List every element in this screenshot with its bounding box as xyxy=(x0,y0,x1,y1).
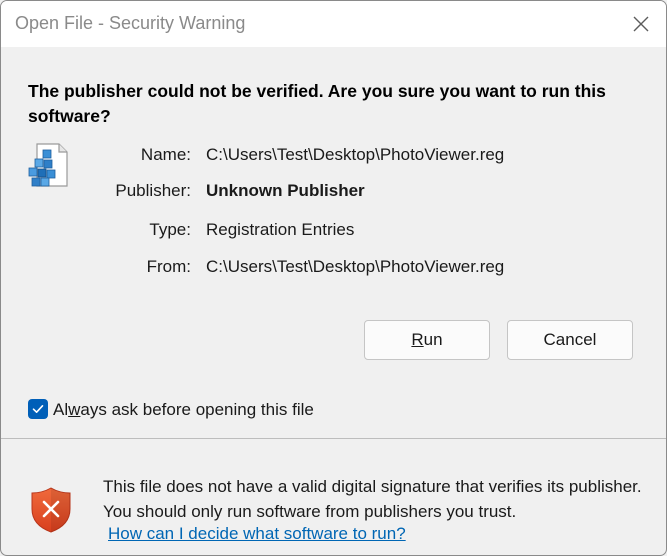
close-icon xyxy=(633,16,649,32)
from-label: From: xyxy=(146,257,191,276)
name-value: C:\Users\Test\Desktop\PhotoViewer.reg xyxy=(206,145,505,164)
shield-warning-icon xyxy=(31,487,71,533)
security-warning-dialog: Open File - Security Warning The publish… xyxy=(0,0,667,556)
warning-message: This file does not have a valid digital … xyxy=(103,477,642,521)
run-label-rest: un xyxy=(423,330,443,349)
name-label: Name: xyxy=(140,145,191,164)
close-button[interactable] xyxy=(616,1,666,47)
always-ask-mnemonic: w xyxy=(68,400,81,419)
publisher-value: Unknown Publisher xyxy=(206,181,365,200)
divider xyxy=(1,438,666,439)
from-value: C:\Users\Test\Desktop\PhotoViewer.reg xyxy=(206,257,505,276)
always-ask-label[interactable]: Always ask before opening this file xyxy=(53,400,314,420)
help-link[interactable]: How can I decide what software to run? xyxy=(108,524,406,544)
publisher-label: Publisher: xyxy=(115,181,191,200)
run-button[interactable]: Run xyxy=(364,320,490,360)
type-value: Registration Entries xyxy=(206,220,355,239)
warning-headline: The publisher could not be verified. Are… xyxy=(28,81,606,126)
checkmark-icon xyxy=(32,405,44,413)
title-bar: Open File - Security Warning xyxy=(1,1,666,47)
run-mnemonic: R xyxy=(411,330,424,349)
always-ask-label-part2: ays ask before opening this file xyxy=(80,400,314,419)
always-ask-label-part1: Al xyxy=(53,400,69,419)
window-title: Open File - Security Warning xyxy=(15,13,246,33)
always-ask-checkbox[interactable] xyxy=(28,399,48,419)
cancel-button[interactable]: Cancel xyxy=(507,320,633,360)
type-label: Type: xyxy=(149,220,191,239)
